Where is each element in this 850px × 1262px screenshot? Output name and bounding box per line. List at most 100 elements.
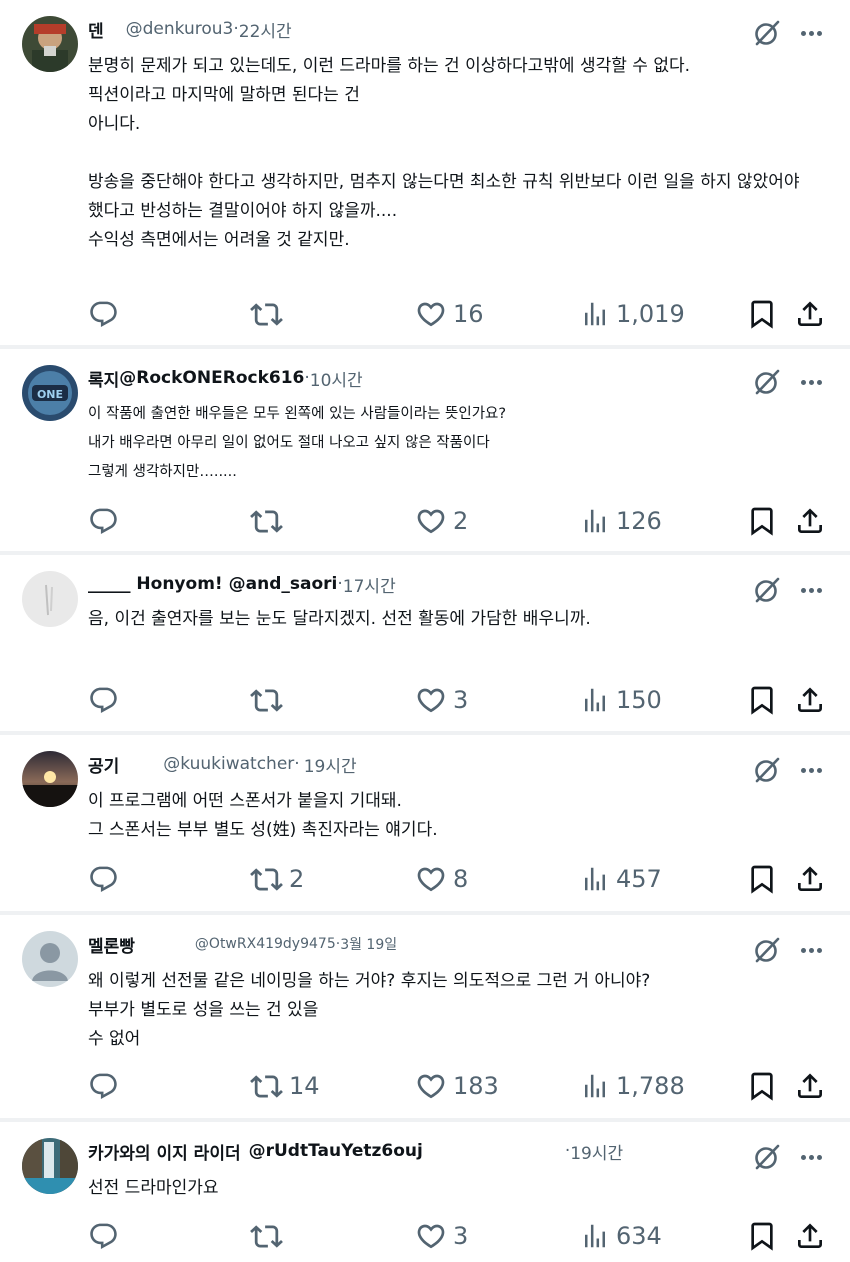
avatar-logo-icon: ONE	[22, 365, 78, 421]
author-name[interactable]: _____ Honyom!	[88, 574, 223, 594]
share-button[interactable]	[794, 680, 826, 720]
author-name[interactable]: 덴	[88, 17, 104, 42]
reply-button[interactable]	[88, 1216, 125, 1256]
share-button[interactable]	[794, 859, 826, 899]
action-bar: 14 183 1,788	[88, 1066, 830, 1106]
bookmark-button[interactable]	[746, 680, 778, 720]
timestamp[interactable]: 17시간	[343, 572, 396, 597]
grok-icon[interactable]	[752, 1142, 782, 1172]
timestamp[interactable]: 19시간	[304, 752, 357, 777]
like-button[interactable]: 183	[415, 1066, 499, 1106]
retweet-button[interactable]	[250, 1216, 289, 1256]
bookmark-icon	[746, 863, 778, 895]
retweet-button[interactable]: 2	[250, 859, 304, 899]
avatar-sunset-icon	[22, 751, 78, 807]
like-button[interactable]: 3	[415, 1216, 468, 1256]
tweet[interactable]: 멜론빵 @OtwRX419dy9475 · 3월 19일 왜 이렇게 선전물 같…	[0, 915, 850, 1122]
share-button[interactable]	[794, 294, 826, 334]
grok-icon[interactable]	[752, 367, 782, 397]
retweet-button[interactable]	[250, 294, 289, 334]
author-name[interactable]: 공기	[88, 752, 119, 777]
timestamp[interactable]: 19시간	[570, 1139, 623, 1164]
action-bar: 3 634	[88, 1216, 830, 1256]
grok-icon[interactable]	[752, 935, 782, 965]
like-button[interactable]: 16	[415, 294, 484, 334]
more-icon[interactable]	[796, 755, 826, 785]
svg-text:ONE: ONE	[37, 388, 63, 401]
separator: ·	[294, 754, 300, 774]
timestamp[interactable]: 22시간	[239, 17, 292, 42]
avatar[interactable]	[22, 751, 78, 807]
views-count: 634	[616, 1222, 662, 1250]
tweet[interactable]: _____ Honyom! @and_saori · 17시간 음, 이건 출연…	[0, 555, 850, 735]
avatar[interactable]	[22, 571, 78, 627]
share-button[interactable]	[794, 501, 826, 541]
author-name[interactable]: 록지	[88, 366, 119, 391]
retweet-button[interactable]	[250, 680, 289, 720]
author-handle[interactable]: @and_saori	[229, 574, 338, 594]
bookmark-button[interactable]	[746, 1066, 778, 1106]
views-button[interactable]: 150	[580, 680, 662, 720]
more-icon[interactable]	[796, 18, 826, 48]
grok-icon[interactable]	[752, 755, 782, 785]
grok-icon[interactable]	[752, 18, 782, 48]
author-name[interactable]: 멜론빵	[88, 932, 135, 957]
tweet[interactable]: ONE 록지 @RockONERock616 · 10시간 이 작품에 출연한 …	[0, 349, 850, 555]
like-button[interactable]: 8	[415, 859, 468, 899]
views-button[interactable]: 457	[580, 859, 662, 899]
views-count: 457	[616, 865, 662, 893]
more-icon[interactable]	[796, 1142, 826, 1172]
like-button[interactable]: 2	[415, 501, 468, 541]
retweet-button[interactable]: 14	[250, 1066, 320, 1106]
share-icon	[794, 684, 826, 716]
grok-icon[interactable]	[752, 575, 782, 605]
share-icon	[794, 863, 826, 895]
avatar-waterfall-icon	[22, 1138, 78, 1194]
tweet[interactable]: 덴 @denkurou3 · 22시간 분명히 문제가 되고 있는데도, 이런 …	[0, 0, 850, 349]
tweet-text: 선전 드라마인가요	[88, 1178, 219, 1198]
share-button[interactable]	[794, 1216, 826, 1256]
avatar[interactable]	[22, 931, 78, 987]
heart-icon	[415, 505, 447, 537]
author-handle[interactable]: @kuukiwatcher	[163, 754, 294, 774]
author-name[interactable]: 카가와의 이지 라이더	[88, 1139, 241, 1164]
views-button[interactable]: 1,788	[580, 1066, 685, 1106]
bookmark-button[interactable]	[746, 1216, 778, 1256]
author-handle[interactable]: @rUdtTauYetz6ouj	[249, 1141, 423, 1161]
tweet[interactable]: 카가와의 이지 라이더 @rUdtTauYetz6ouj · 19시간 선전 드…	[0, 1122, 850, 1262]
views-button[interactable]: 126	[580, 501, 662, 541]
bookmark-icon	[746, 298, 778, 330]
author-handle[interactable]: @denkurou3	[126, 19, 234, 39]
bookmark-button[interactable]	[746, 294, 778, 334]
reply-button[interactable]	[88, 859, 125, 899]
tweet[interactable]: 공기 @kuukiwatcher · 19시간 이 프로그램에 어떤 스폰서가 …	[0, 735, 850, 915]
views-button[interactable]: 634	[580, 1216, 662, 1256]
timestamp[interactable]: 3월 19일	[340, 934, 397, 954]
avatar[interactable]: ONE	[22, 365, 78, 421]
bookmark-button[interactable]	[746, 501, 778, 541]
author-handle[interactable]: @OtwRX419dy9475	[195, 936, 336, 952]
share-button[interactable]	[794, 1066, 826, 1106]
reply-button[interactable]	[88, 680, 125, 720]
more-icon[interactable]	[796, 935, 826, 965]
reply-button[interactable]	[88, 501, 125, 541]
reply-button[interactable]	[88, 294, 125, 334]
author-handle[interactable]: @RockONERock616	[119, 368, 304, 388]
views-button[interactable]: 1,019	[580, 294, 685, 334]
more-icon[interactable]	[796, 575, 826, 605]
default-profile-icon	[22, 931, 78, 987]
like-count: 3	[453, 686, 469, 714]
like-button[interactable]: 3	[415, 680, 468, 720]
action-bar: 16 1,019	[88, 294, 830, 334]
like-count: 16	[453, 300, 484, 328]
retweet-button[interactable]	[250, 501, 289, 541]
retweet-count: 2	[289, 865, 305, 893]
action-bar: 2 126	[88, 501, 830, 541]
bookmark-button[interactable]	[746, 859, 778, 899]
more-icon[interactable]	[796, 367, 826, 397]
avatar[interactable]	[22, 16, 78, 72]
reply-button[interactable]	[88, 1066, 125, 1106]
reply-icon	[88, 1071, 119, 1102]
timestamp[interactable]: 10시간	[310, 366, 363, 391]
avatar[interactable]	[22, 1138, 78, 1194]
